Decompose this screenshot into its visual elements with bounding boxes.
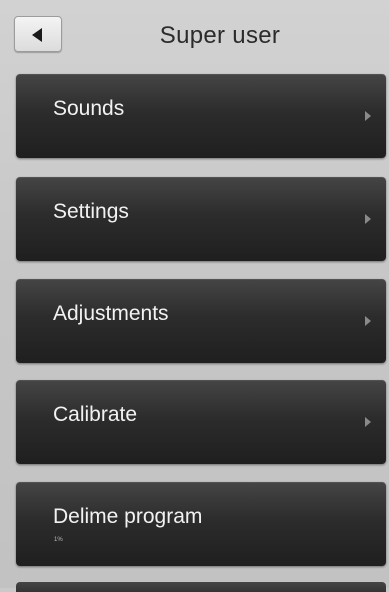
menu-item-settings[interactable]: Settings <box>16 177 386 261</box>
menu-item-label: Settings <box>53 200 129 223</box>
menu-item-calibrate[interactable]: Calibrate <box>16 380 386 464</box>
menu-item-partial[interactable] <box>16 582 386 592</box>
screen: Super user Sounds Settings Adjustments C… <box>0 0 389 592</box>
progress-percent-text: 1% <box>54 537 63 543</box>
menu-item-adjustments[interactable]: Adjustments <box>16 279 386 363</box>
menu-item-label: Calibrate <box>53 403 138 426</box>
chevron-right-icon <box>365 417 371 427</box>
page-title: Super user <box>159 22 281 49</box>
triangle-left-icon <box>32 28 42 42</box>
menu-item-delime-program[interactable]: Delime program 1% <box>16 482 386 566</box>
menu-item-label: Delime program <box>53 505 203 528</box>
menu-item-label: Adjustments <box>53 302 169 325</box>
menu-item-label: Sounds <box>53 97 125 120</box>
menu-item-sounds[interactable]: Sounds <box>16 74 386 158</box>
chevron-right-icon <box>365 111 371 121</box>
chevron-right-icon <box>365 214 371 224</box>
header-bar: Super user <box>0 0 389 72</box>
back-button[interactable] <box>14 16 62 52</box>
chevron-right-icon <box>365 316 371 326</box>
